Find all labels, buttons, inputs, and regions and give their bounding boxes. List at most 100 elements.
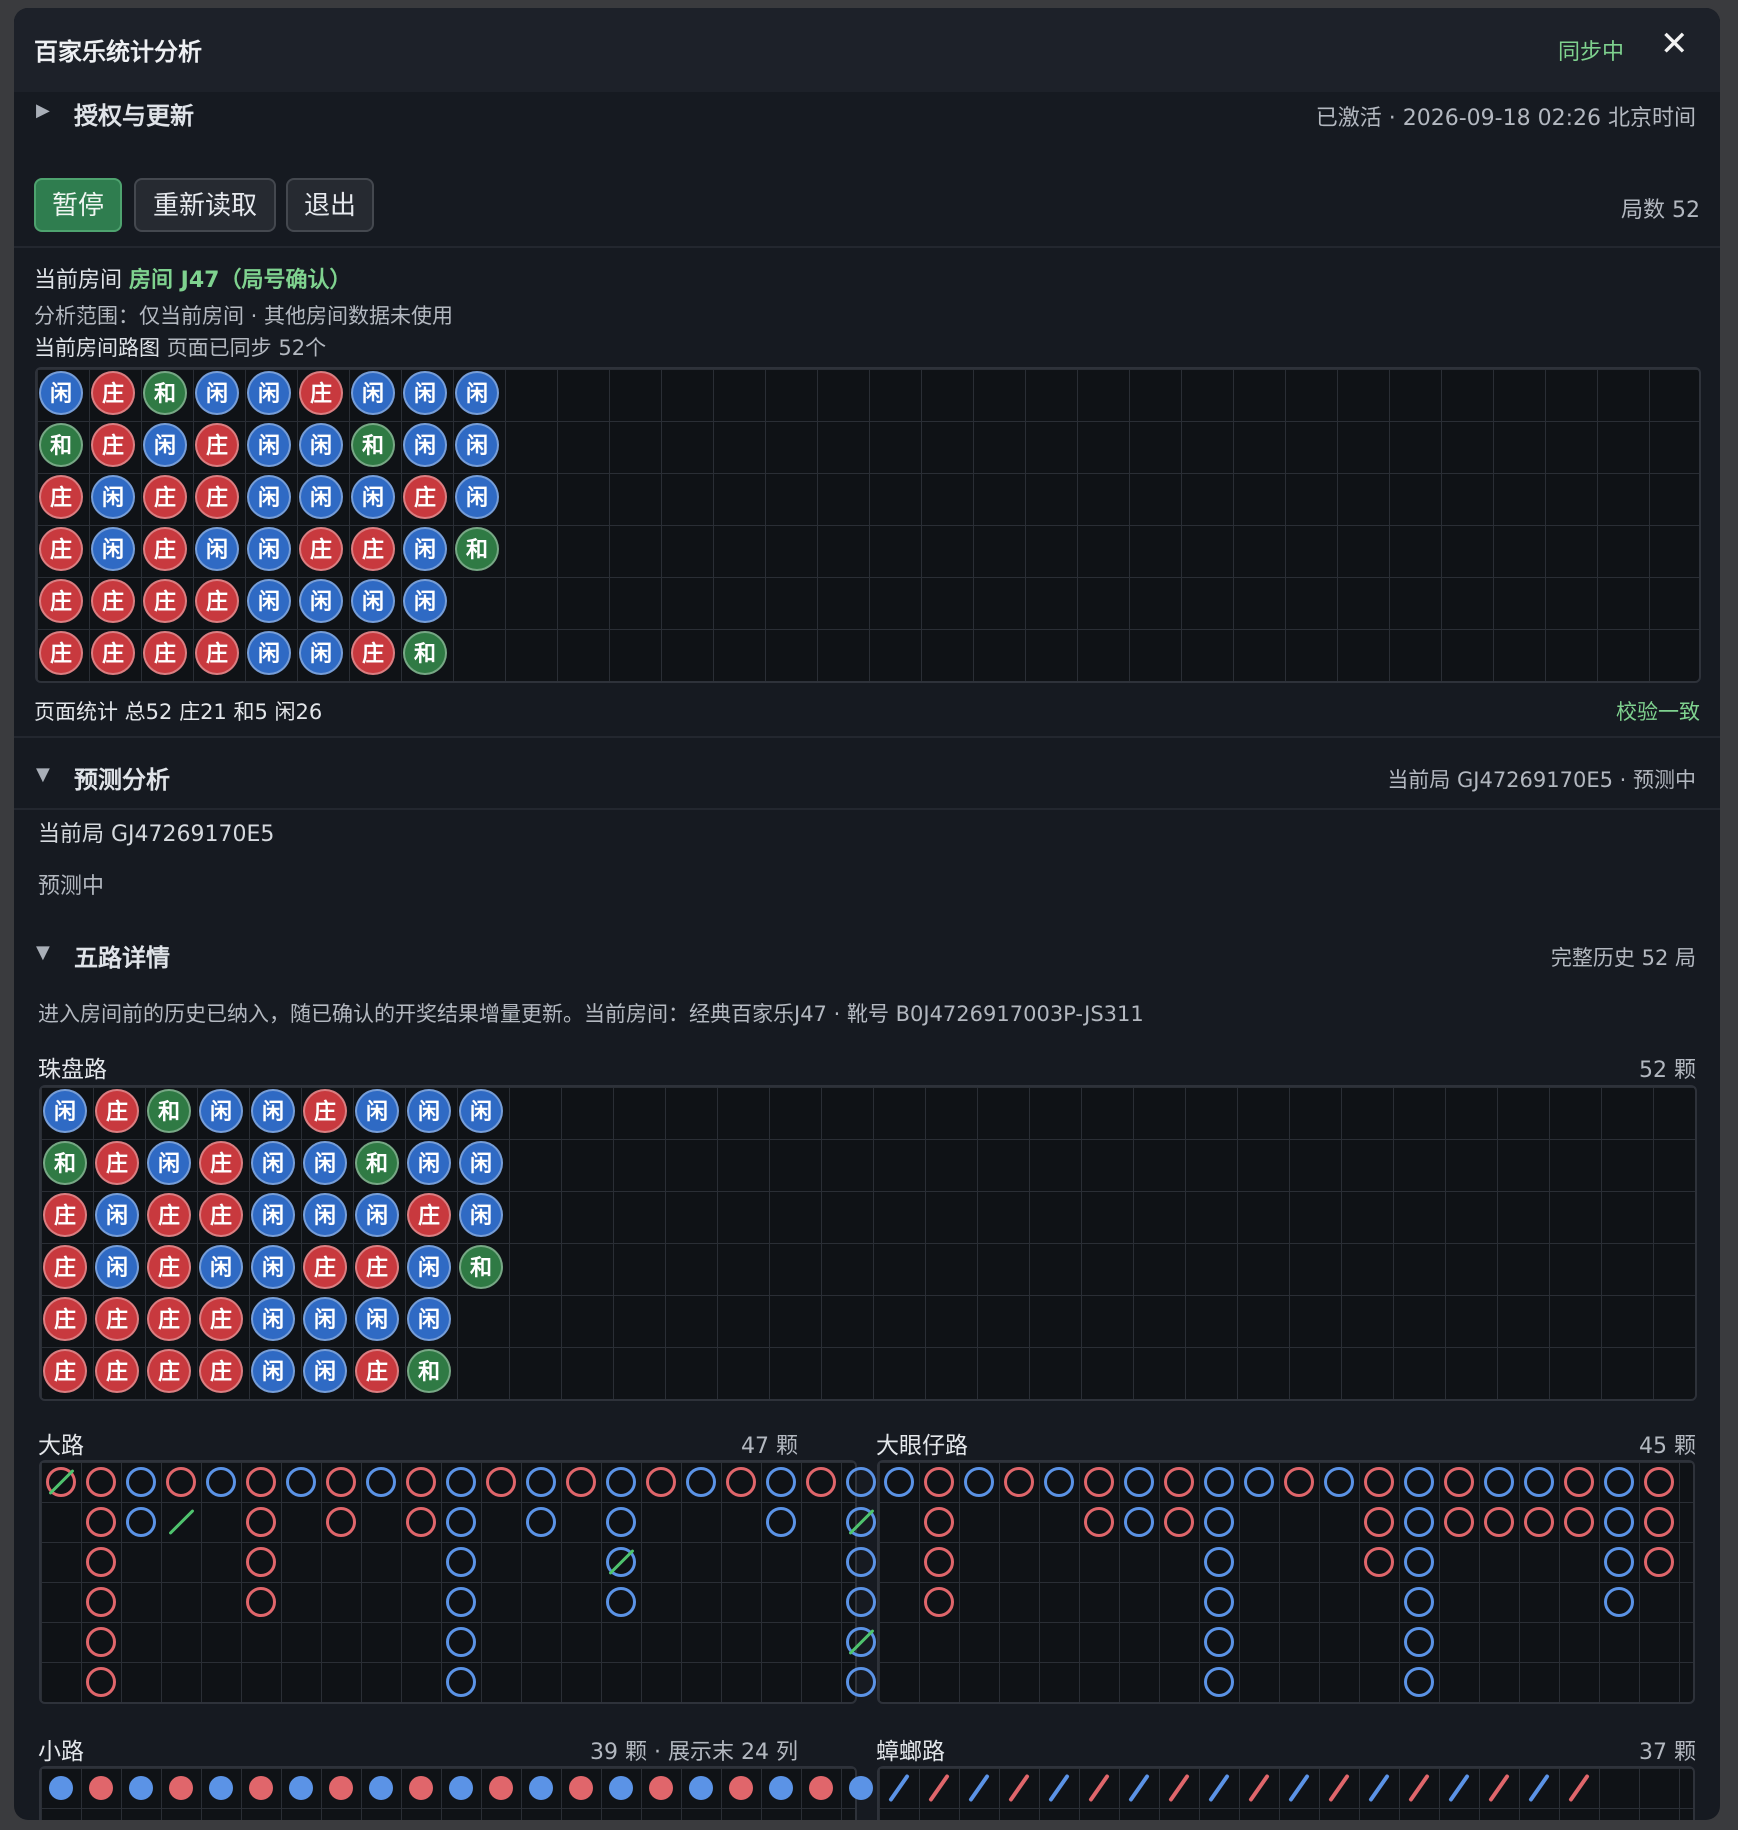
banker-bead: 庄 — [303, 1245, 347, 1289]
banker-ring — [1364, 1467, 1394, 1497]
player-ring — [126, 1467, 156, 1497]
banker-ring — [406, 1467, 436, 1497]
expand-triangle-icon[interactable]: ▼ — [36, 942, 50, 963]
player-slash — [1288, 1773, 1310, 1803]
player-ring — [1604, 1507, 1634, 1537]
player-ring — [286, 1467, 316, 1497]
player-bead: 闲 — [355, 1193, 399, 1237]
player-dot — [369, 1776, 393, 1800]
player-ring — [1204, 1547, 1234, 1577]
player-ring — [446, 1627, 476, 1657]
current-room: 当前房间 房间 J47（局号确认） — [34, 262, 351, 294]
banker-ring — [246, 1547, 276, 1577]
round-count: 局数 52 — [1621, 198, 1700, 223]
player-ring — [606, 1587, 636, 1617]
player-ring — [206, 1467, 236, 1497]
collapse-triangle-icon[interactable]: ▶ — [36, 100, 50, 121]
auth-section-title[interactable]: 授权与更新 — [74, 96, 194, 131]
banker-ring — [806, 1467, 836, 1497]
player-ring — [1604, 1547, 1634, 1577]
banker-bead: 庄 — [195, 631, 239, 675]
big-road-label: 大路 — [38, 1433, 84, 1459]
banker-bead: 庄 — [351, 631, 395, 675]
banker-ring — [1644, 1547, 1674, 1577]
banker-bead: 庄 — [95, 1089, 139, 1133]
banker-ring — [86, 1627, 116, 1657]
player-bead: 闲 — [351, 475, 395, 519]
pause-button[interactable]: 暂停 — [34, 178, 122, 232]
player-bead: 闲 — [247, 631, 291, 675]
player-ring — [1404, 1547, 1434, 1577]
banker-ring — [924, 1467, 954, 1497]
banker-slash — [1568, 1773, 1590, 1803]
banker-bead: 庄 — [39, 527, 83, 571]
banker-ring — [646, 1467, 676, 1497]
banker-ring — [1084, 1507, 1114, 1537]
player-ring — [1404, 1467, 1434, 1497]
player-bead: 闲 — [195, 527, 239, 571]
player-ring — [366, 1467, 396, 1497]
banker-ring — [1284, 1467, 1314, 1497]
player-dot — [769, 1776, 793, 1800]
player-ring — [1604, 1587, 1634, 1617]
player-bead: 闲 — [143, 423, 187, 467]
banker-ring — [86, 1667, 116, 1697]
banker-slash — [1168, 1773, 1190, 1803]
player-bead: 闲 — [459, 1193, 503, 1237]
cockroach-road — [877, 1766, 1695, 1820]
player-ring — [846, 1467, 876, 1497]
tie-bead: 和 — [43, 1141, 87, 1185]
page-stats: 页面统计 总52 庄21 和5 闲26 — [34, 700, 323, 724]
five-roads-section-title[interactable]: 五路详情 — [74, 938, 170, 973]
banker-slash — [1248, 1773, 1270, 1803]
player-dot — [49, 1776, 73, 1800]
banker-bead: 庄 — [299, 371, 343, 415]
analysis-scope: 分析范围：仅当前房间 · 其他房间数据未使用 — [34, 304, 454, 328]
divider — [14, 736, 1720, 738]
banker-ring — [86, 1547, 116, 1577]
close-icon[interactable]: ✕ — [1660, 24, 1689, 64]
player-bead: 闲 — [299, 579, 343, 623]
prediction-status: 预测中 — [38, 874, 105, 899]
cockroach-road-count: 37 颗 — [1639, 1740, 1696, 1765]
player-ring — [1404, 1507, 1434, 1537]
expand-triangle-icon[interactable]: ▼ — [36, 764, 50, 785]
prediction-section-title[interactable]: 预测分析 — [74, 760, 170, 795]
player-dot — [129, 1776, 153, 1800]
banker-ring — [1364, 1507, 1394, 1537]
banker-ring — [246, 1467, 276, 1497]
tie-bead: 和 — [355, 1141, 399, 1185]
player-bead: 闲 — [251, 1089, 295, 1133]
activation-status: 已激活 · 2026-09-18 02:26 北京时间 — [1315, 106, 1696, 131]
banker-bead: 庄 — [43, 1349, 87, 1393]
player-ring — [446, 1587, 476, 1617]
banker-bead: 庄 — [355, 1245, 399, 1289]
player-bead: 闲 — [351, 579, 395, 623]
player-bead: 闲 — [455, 371, 499, 415]
player-ring — [606, 1507, 636, 1537]
player-bead: 闲 — [403, 527, 447, 571]
player-bead: 闲 — [407, 1089, 451, 1133]
banker-ring — [326, 1507, 356, 1537]
exit-button[interactable]: 退出 — [286, 178, 374, 232]
player-ring — [846, 1667, 876, 1697]
banker-bead: 庄 — [39, 579, 83, 623]
banker-ring — [1564, 1507, 1594, 1537]
banker-bead: 庄 — [91, 423, 135, 467]
small-road-count: 39 颗 · 展示末 24 列 — [590, 1740, 798, 1765]
banker-bead: 庄 — [95, 1141, 139, 1185]
banker-bead: 庄 — [39, 631, 83, 675]
banker-bead: 庄 — [199, 1297, 243, 1341]
banker-bead: 庄 — [43, 1245, 87, 1289]
banker-bead: 庄 — [403, 475, 447, 519]
banker-dot — [329, 1776, 353, 1800]
player-slash — [1448, 1773, 1470, 1803]
banker-ring — [726, 1467, 756, 1497]
player-bead: 闲 — [403, 579, 447, 623]
player-bead: 闲 — [147, 1141, 191, 1185]
reload-button[interactable]: 重新读取 — [134, 178, 276, 232]
sync-status: 同步中 — [1558, 40, 1625, 65]
player-ring — [884, 1467, 914, 1497]
banker-bead: 庄 — [351, 527, 395, 571]
banker-ring — [86, 1507, 116, 1537]
